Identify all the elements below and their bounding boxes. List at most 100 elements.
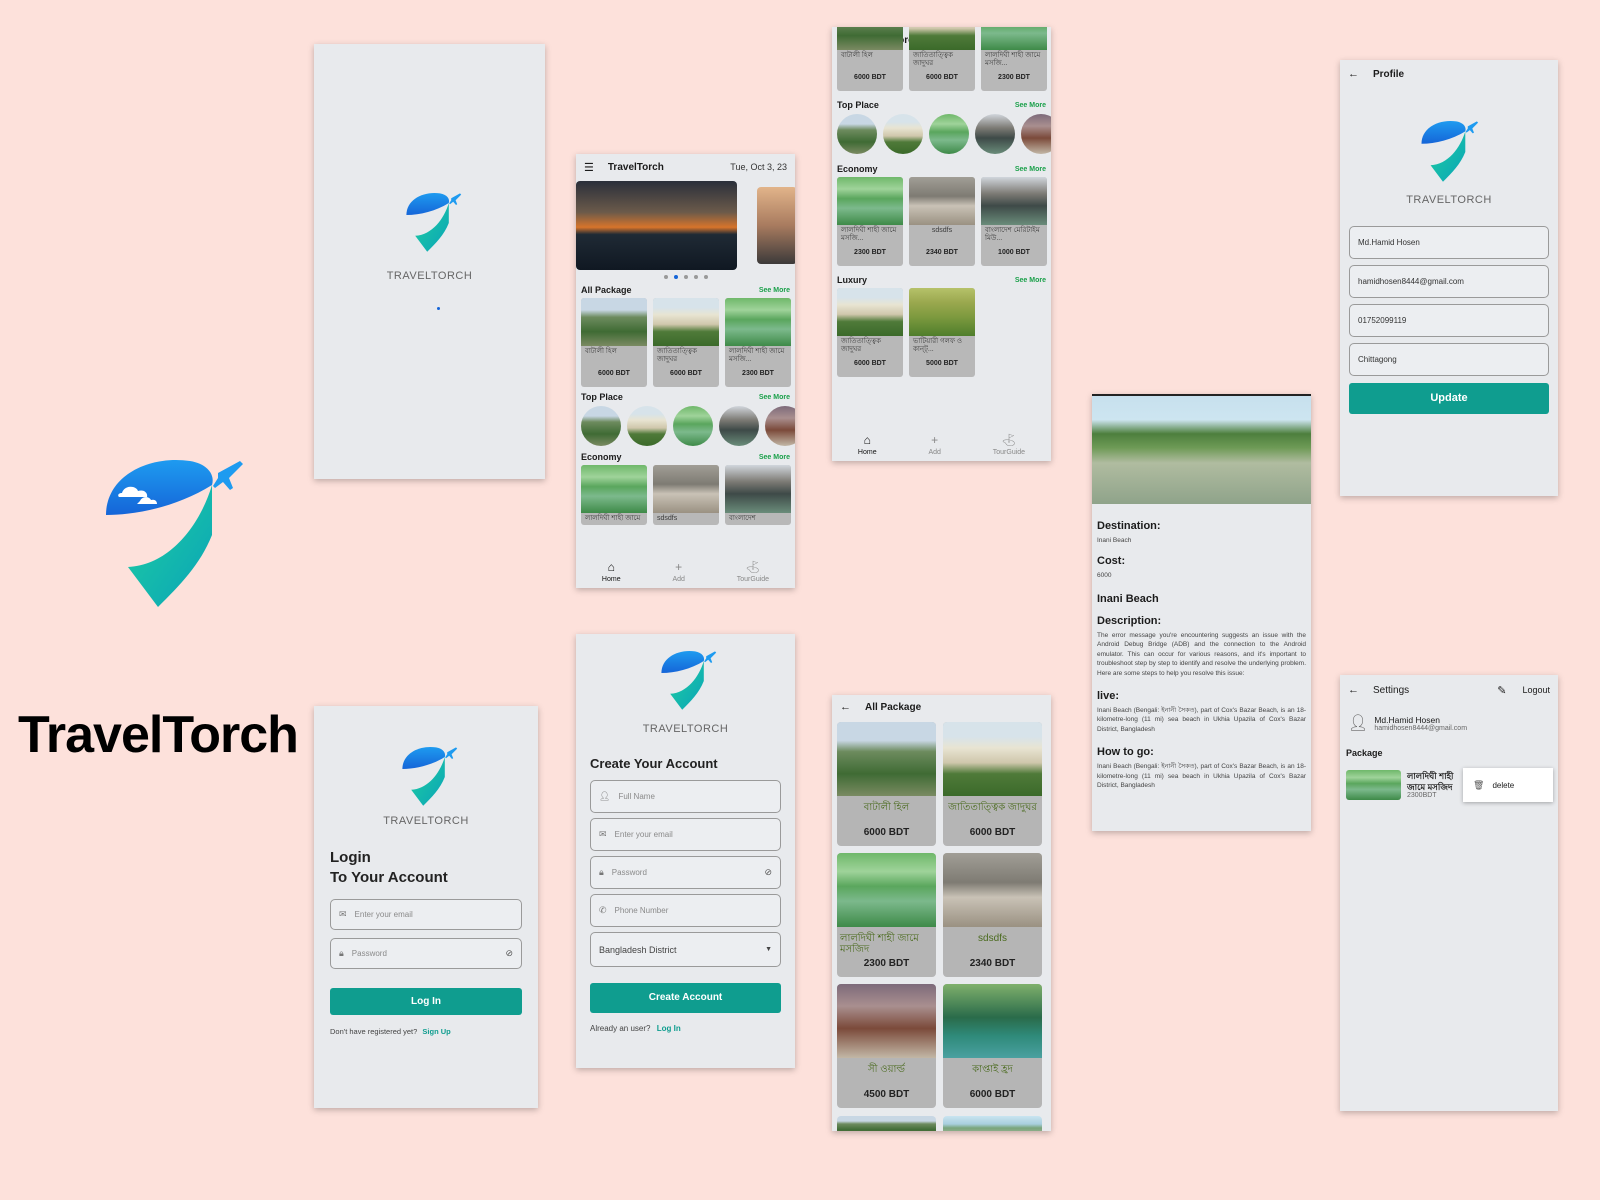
package-card[interactable] (837, 1116, 936, 1131)
edit-icon[interactable]: ✎ (1497, 684, 1506, 697)
nav-tourguide[interactable]: ⛳︎ TourGuide (993, 433, 1025, 458)
menu-icon[interactable]: ☰ (584, 161, 594, 174)
see-more-link[interactable]: See More (759, 454, 790, 461)
package-card[interactable]: বাংলাদেশ মেরিটাইম মিউ... 1000 BDT (981, 177, 1047, 266)
email-field[interactable]: hamidhosen8444@gmail.com (1349, 265, 1549, 298)
carousel-image-next[interactable] (757, 187, 795, 264)
package-card[interactable]: বাংলাদেশ (725, 465, 791, 525)
package-card[interactable]: জাতিতাত্ত্বিক জাদুঘর 6000 BDT (943, 722, 1042, 846)
page-title: Settings (1373, 684, 1410, 696)
signup-screen: TRAVELTORCH Create Your Account 👤︎ Full N… (576, 634, 795, 1068)
package-price: 2300BDT (1407, 791, 1437, 799)
fullname-field[interactable]: 👤︎ Full Name (590, 780, 781, 813)
top-place-list (576, 402, 795, 450)
place-avatar[interactable] (719, 406, 759, 446)
nav-home[interactable]: ⌂ Home (858, 433, 877, 458)
package-card[interactable]: সী ওয়ার্ল্ড 4500 BDT (837, 984, 936, 1108)
place-avatar[interactable] (837, 114, 877, 154)
app-title: TravelTorch (18, 706, 299, 764)
live-label: live: (1097, 689, 1120, 702)
password-field[interactable]: 🔒︎ Password ⊘ (330, 938, 522, 969)
log-in-link[interactable]: Log In (657, 1024, 681, 1033)
detail-screen: Destination: Inani Beach Cost: 6000 Inan… (1092, 394, 1311, 831)
place-avatar[interactable] (627, 406, 667, 446)
nav-home[interactable]: ⌂ Home (602, 560, 621, 585)
package-card[interactable]: জাতিতাত্ত্বিক জাদুঘর 6000 BDT (837, 288, 903, 377)
package-card[interactable]: sdsdfs 2340 BDT (909, 177, 975, 266)
see-more-link[interactable]: See More (759, 287, 790, 294)
guide-icon: ⛳︎ (745, 559, 761, 574)
package-item[interactable]: লালদিঘী শাহী জামে মসজিদ 2300BDT 🗑︎ delet… (1346, 766, 1558, 804)
back-arrow-icon[interactable]: ← (840, 701, 851, 713)
sign-up-link[interactable]: Sign Up (422, 1027, 450, 1036)
nav-tourguide[interactable]: ⛳︎ TourGuide (737, 560, 769, 585)
city-field[interactable]: Chittagong (1349, 343, 1549, 376)
nav-add[interactable]: + Add (928, 433, 940, 458)
settings-screen: ← Settings ✎ Logout 👤︎ Md.Hamid Hosen ha… (1340, 675, 1558, 1111)
bottom-nav: ⌂ Home + Add ⛳︎ TourGuide (576, 556, 795, 588)
phone-field[interactable]: ✆ Phone Number (590, 894, 781, 927)
package-card[interactable]: লালদিঘী শাহী জামে মসজি... 2300 BDT (837, 177, 903, 266)
package-card[interactable]: লালদিঘী শাহী জামে মসজিদ 2300 BDT (837, 853, 936, 977)
login-button[interactable]: Log In (330, 988, 522, 1015)
cost-label: Cost: (1097, 555, 1126, 568)
phone-icon: ✆ (599, 905, 607, 915)
visibility-off-icon[interactable]: ⊘ (764, 867, 772, 878)
place-avatar[interactable] (883, 114, 923, 154)
create-account-button[interactable]: Create Account (590, 983, 781, 1013)
phone-field[interactable]: 01752099119 (1349, 304, 1549, 337)
brand-text: TRAVELTORCH (1406, 194, 1492, 206)
password-field[interactable]: 🔒︎ Password ⊘ (590, 856, 781, 889)
package-name: লালদিঘী শাহী জামে মসজিদ (1407, 771, 1454, 792)
traveltorch-logo (406, 192, 462, 252)
name-field[interactable]: Md.Hamid Hosen (1349, 226, 1549, 259)
place-avatar[interactable] (1021, 114, 1051, 154)
profile-screen: ← Profile TRAVELTORCH Md.Hamid Hosen ham… (1340, 60, 1558, 496)
place-avatar[interactable] (673, 406, 713, 446)
traveltorch-logo (402, 746, 458, 806)
see-more-link[interactable]: See More (1015, 166, 1046, 173)
package-card[interactable]: ভাটিয়ারী গলফ ও কান্ট্... 5000 BDT (909, 288, 975, 377)
email-field[interactable]: ✉ Enter your email (590, 818, 781, 851)
nav-add[interactable]: + Add (672, 560, 684, 585)
package-card[interactable]: লালদিঘী শাহী জামে মসজি... 2300 BDT (725, 298, 791, 387)
carousel[interactable] (576, 181, 795, 273)
delete-option[interactable]: delete (1492, 781, 1514, 790)
place-avatar[interactable] (929, 114, 969, 154)
package-card[interactable] (943, 1116, 1042, 1131)
app-bar: ← Settings ✎ Logout (1340, 677, 1558, 703)
email-field[interactable]: ✉ Enter your email (330, 899, 522, 930)
place-avatar[interactable] (765, 406, 795, 446)
see-more-link[interactable]: See More (759, 394, 790, 401)
package-heading: Package (1346, 748, 1383, 758)
package-card[interactable]: বাটালী হিল 6000 BDT (581, 298, 647, 387)
package-card[interactable]: sdsdfs 2340 BDT (943, 853, 1042, 977)
section-economy: Economy (837, 164, 878, 174)
loading-indicator (437, 307, 440, 310)
visibility-off-icon[interactable]: ⊘ (505, 948, 513, 959)
package-card[interactable]: জাতিতাত্ত্বিক জাদুঘর 6000 BDT (653, 298, 719, 387)
see-more-link[interactable]: See More (1015, 277, 1046, 284)
package-card[interactable]: লালদিঘী শাহী জামে (581, 465, 647, 525)
place-avatar[interactable] (581, 406, 621, 446)
see-more-link[interactable]: See More (1015, 102, 1046, 109)
package-card[interactable]: বাটালী হিল 6000 BDT (837, 722, 936, 846)
section-all-package: All Package (581, 285, 632, 295)
trash-icon: 🗑︎ (1473, 779, 1485, 790)
district-select[interactable]: Bangladesh District ▼ (590, 932, 781, 967)
package-card[interactable]: sdsdfs (653, 465, 719, 525)
back-arrow-icon[interactable]: ← (1348, 68, 1359, 80)
bottom-nav: ⌂ Home + Add ⛳︎ TourGuide (832, 429, 1051, 461)
email-placeholder: Enter your email (354, 910, 413, 919)
user-row: 👤︎ Md.Hamid Hosen hamidhosen8444@gmail.c… (1348, 713, 1558, 733)
mail-icon: ✉ (339, 909, 347, 919)
date-text: Tue, Oct 3, 23 (730, 162, 787, 172)
logout-button[interactable]: Logout (1522, 685, 1550, 695)
update-button[interactable]: Update (1349, 383, 1549, 414)
carousel-image[interactable] (576, 181, 737, 270)
place-avatar[interactable] (975, 114, 1015, 154)
package-card[interactable]: কাপ্তাই হ্রদ 6000 BDT (943, 984, 1042, 1108)
back-arrow-icon[interactable]: ← (1348, 684, 1359, 696)
login-subheading: To Your Account (330, 869, 448, 887)
avatar-icon: 👤︎ (1348, 715, 1369, 732)
